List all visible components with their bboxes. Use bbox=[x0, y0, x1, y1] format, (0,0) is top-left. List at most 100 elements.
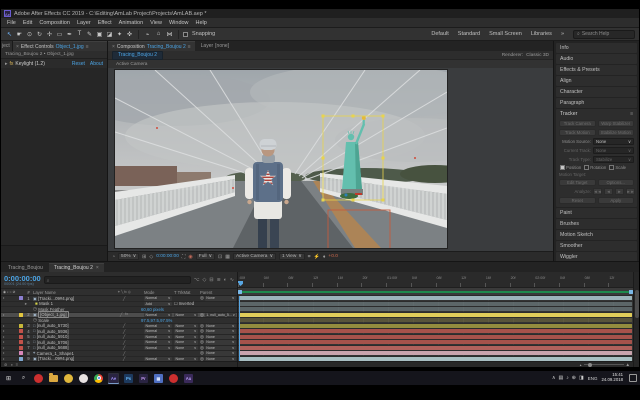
opera-browser-2[interactable] bbox=[168, 373, 179, 384]
trkmat-dropdown[interactable]: None∨ bbox=[174, 335, 198, 340]
comp-mini-flowchart-icon[interactable]: ⌥ bbox=[194, 277, 200, 283]
app-blue[interactable]: ▦ bbox=[153, 373, 164, 384]
motion-source-dropdown[interactable]: None∨ bbox=[593, 138, 634, 145]
zoom-tool[interactable]: ⊙ bbox=[25, 29, 34, 39]
effect-controls-tab[interactable]: × Effect Controls Object_1.jpg ≡ bbox=[13, 41, 107, 51]
layer-duration-bar[interactable] bbox=[239, 340, 632, 344]
mask-mode-dropdown[interactable]: Add∨ bbox=[144, 302, 172, 307]
draft-3d-icon[interactable]: ◇ bbox=[203, 277, 207, 283]
parent-dropdown[interactable]: 1. null_auto_5…∨ bbox=[205, 313, 236, 318]
quality-switch-icon[interactable]: ╱ bbox=[123, 351, 125, 356]
pixel-aspect-icon[interactable]: ⌗ bbox=[308, 254, 311, 260]
mode-dropdown[interactable]: Normal∨ bbox=[144, 340, 172, 345]
property-name[interactable]: Scale bbox=[38, 318, 49, 323]
track-type-dropdown[interactable]: Stabilize∨ bbox=[593, 156, 634, 163]
edit-target-button[interactable]: Edit Target bbox=[559, 179, 596, 186]
panel-smoother[interactable]: Smoother bbox=[556, 241, 637, 251]
rotation-checkbox[interactable]: Rotation bbox=[584, 165, 606, 170]
video-eye-icon[interactable]: • bbox=[3, 296, 4, 300]
workspace-default[interactable]: Default bbox=[431, 31, 448, 37]
snapshot-icon[interactable]: ⛶ bbox=[182, 254, 186, 260]
renderer-value[interactable]: Classic 3D bbox=[526, 53, 549, 58]
analyze-button-1[interactable]: ◄ bbox=[604, 188, 613, 195]
menu-help[interactable]: Help bbox=[196, 20, 207, 26]
project-panel-tab[interactable]: ject bbox=[1, 41, 13, 51]
volume-icon[interactable]: ♪ bbox=[566, 375, 569, 381]
panel-align[interactable]: Align bbox=[556, 76, 637, 86]
zoom-in-mountain-icon[interactable]: ▲ bbox=[626, 362, 630, 367]
layer-duration-bar[interactable] bbox=[239, 318, 632, 322]
audition[interactable]: Au bbox=[183, 373, 194, 384]
scale-checkbox[interactable]: Scale bbox=[609, 165, 626, 170]
quality-switch-icon[interactable]: ╱ bbox=[123, 345, 125, 350]
orbit-camera-tool[interactable]: ↻ bbox=[35, 29, 44, 39]
position-checkbox[interactable]: Position bbox=[560, 165, 581, 170]
network-icon[interactable]: ◨ bbox=[579, 375, 584, 381]
magnification-dropdown[interactable]: 50%∨ bbox=[118, 253, 139, 260]
effect-keylight-row[interactable]: ▸ fx Keylight (1.2) Reset About bbox=[1, 59, 107, 68]
resolution-dropdown[interactable]: Full∨ bbox=[196, 253, 215, 260]
menu-layer[interactable]: Layer bbox=[77, 20, 91, 26]
close-icon[interactable]: × bbox=[112, 44, 115, 50]
tracker-apply-button[interactable]: Apply bbox=[598, 197, 635, 204]
brush-tool[interactable]: ✎ bbox=[85, 29, 94, 39]
always-preview-icon[interactable]: ◔ bbox=[112, 254, 115, 260]
layer-color-chip[interactable] bbox=[19, 329, 23, 333]
hand-tool[interactable]: ☛ bbox=[15, 29, 24, 39]
workspace-libraries[interactable]: Libraries bbox=[531, 31, 552, 37]
composition-frame[interactable] bbox=[115, 70, 447, 248]
local-axis-mode-icon[interactable]: ⌁ bbox=[143, 29, 152, 39]
mode-dropdown[interactable]: Normal∨ bbox=[144, 296, 172, 301]
current-timecode[interactable]: 0:00:00:00 bbox=[4, 275, 41, 282]
mode-dropdown[interactable]: Normal∨ bbox=[144, 313, 172, 318]
video-eye-icon[interactable]: • bbox=[3, 351, 4, 355]
layer-name[interactable]: [null_auto_5910] bbox=[37, 334, 69, 339]
menu-edit[interactable]: Edit bbox=[23, 20, 32, 26]
video-eye-icon[interactable]: • bbox=[3, 346, 4, 350]
eraser-tool[interactable]: ◪ bbox=[105, 29, 114, 39]
view-layout-dropdown[interactable]: 1 View∨ bbox=[279, 253, 305, 260]
expand-inout-icon[interactable]: ≡ bbox=[16, 362, 18, 367]
work-area-start-handle[interactable] bbox=[238, 290, 242, 295]
video-eye-icon[interactable]: • bbox=[3, 340, 4, 344]
layer-duration-bar[interactable] bbox=[239, 351, 632, 355]
transparency-grid-icon[interactable]: ▦ bbox=[225, 254, 230, 260]
panel-menu-icon[interactable]: ≡ bbox=[86, 44, 89, 50]
hide-shy-layers-icon[interactable]: ⊟ bbox=[209, 277, 213, 283]
timeline-button-icon[interactable]: ♦ bbox=[323, 254, 326, 260]
parent-dropdown[interactable]: None∨ bbox=[205, 296, 236, 301]
fast-previews-icon[interactable]: ⚡ bbox=[314, 254, 320, 260]
start-button[interactable]: ⊞ bbox=[3, 373, 14, 384]
panel-wiggler[interactable]: Wiggler bbox=[556, 252, 637, 262]
layer-duration-bar[interactable] bbox=[239, 346, 632, 350]
layer-name[interactable]: [Tracki…09#4.png] bbox=[38, 296, 74, 301]
menu-file[interactable]: File bbox=[7, 20, 16, 26]
layer-color-chip[interactable] bbox=[19, 346, 23, 350]
close-icon[interactable]: × bbox=[16, 44, 19, 50]
panel-motion-sketch[interactable]: Motion Sketch bbox=[556, 230, 637, 240]
layer-duration-bar[interactable] bbox=[239, 357, 632, 361]
layer-duration-bar[interactable] bbox=[239, 329, 632, 333]
menu-animation[interactable]: Animation bbox=[119, 20, 143, 26]
trkmat-dropdown[interactable]: None∨ bbox=[174, 329, 198, 334]
tracker-title[interactable]: Tracker bbox=[560, 111, 577, 117]
workspace-small-screen[interactable]: Small Screen bbox=[489, 31, 522, 37]
language-indicator[interactable]: ENG bbox=[588, 376, 598, 381]
timeline-tab-tracing_boujou[interactable]: Tracing_Boujou bbox=[3, 263, 48, 272]
graph-editor-icon[interactable]: ∿ bbox=[230, 277, 234, 283]
track-motion-button[interactable]: Track Motion bbox=[559, 129, 596, 136]
timeline-tab-tracing_boujou-2[interactable]: Tracing_Boujou 2× bbox=[49, 263, 104, 272]
chrome-browser[interactable] bbox=[93, 373, 104, 384]
quality-switch-icon[interactable]: ╱ bbox=[123, 340, 125, 345]
roto-brush-tool[interactable]: ✦ bbox=[115, 29, 124, 39]
zoom-out-mountain-icon[interactable]: ▴ bbox=[580, 363, 582, 367]
quality-switch-icon[interactable]: ╱ bbox=[123, 334, 125, 339]
workspace-standard[interactable]: Standard bbox=[458, 31, 480, 37]
notification-center-icon[interactable] bbox=[629, 374, 637, 382]
current-track-dropdown[interactable]: None∨ bbox=[593, 147, 634, 154]
motion-blur-icon[interactable]: ◐ bbox=[224, 277, 227, 283]
menu-composition[interactable]: Composition bbox=[39, 20, 70, 26]
view-axis-mode-icon[interactable]: ⋈ bbox=[165, 29, 174, 39]
grid-guides-icon[interactable]: ⊞ bbox=[142, 254, 146, 260]
roi-icon[interactable]: ⊡ bbox=[218, 254, 222, 260]
